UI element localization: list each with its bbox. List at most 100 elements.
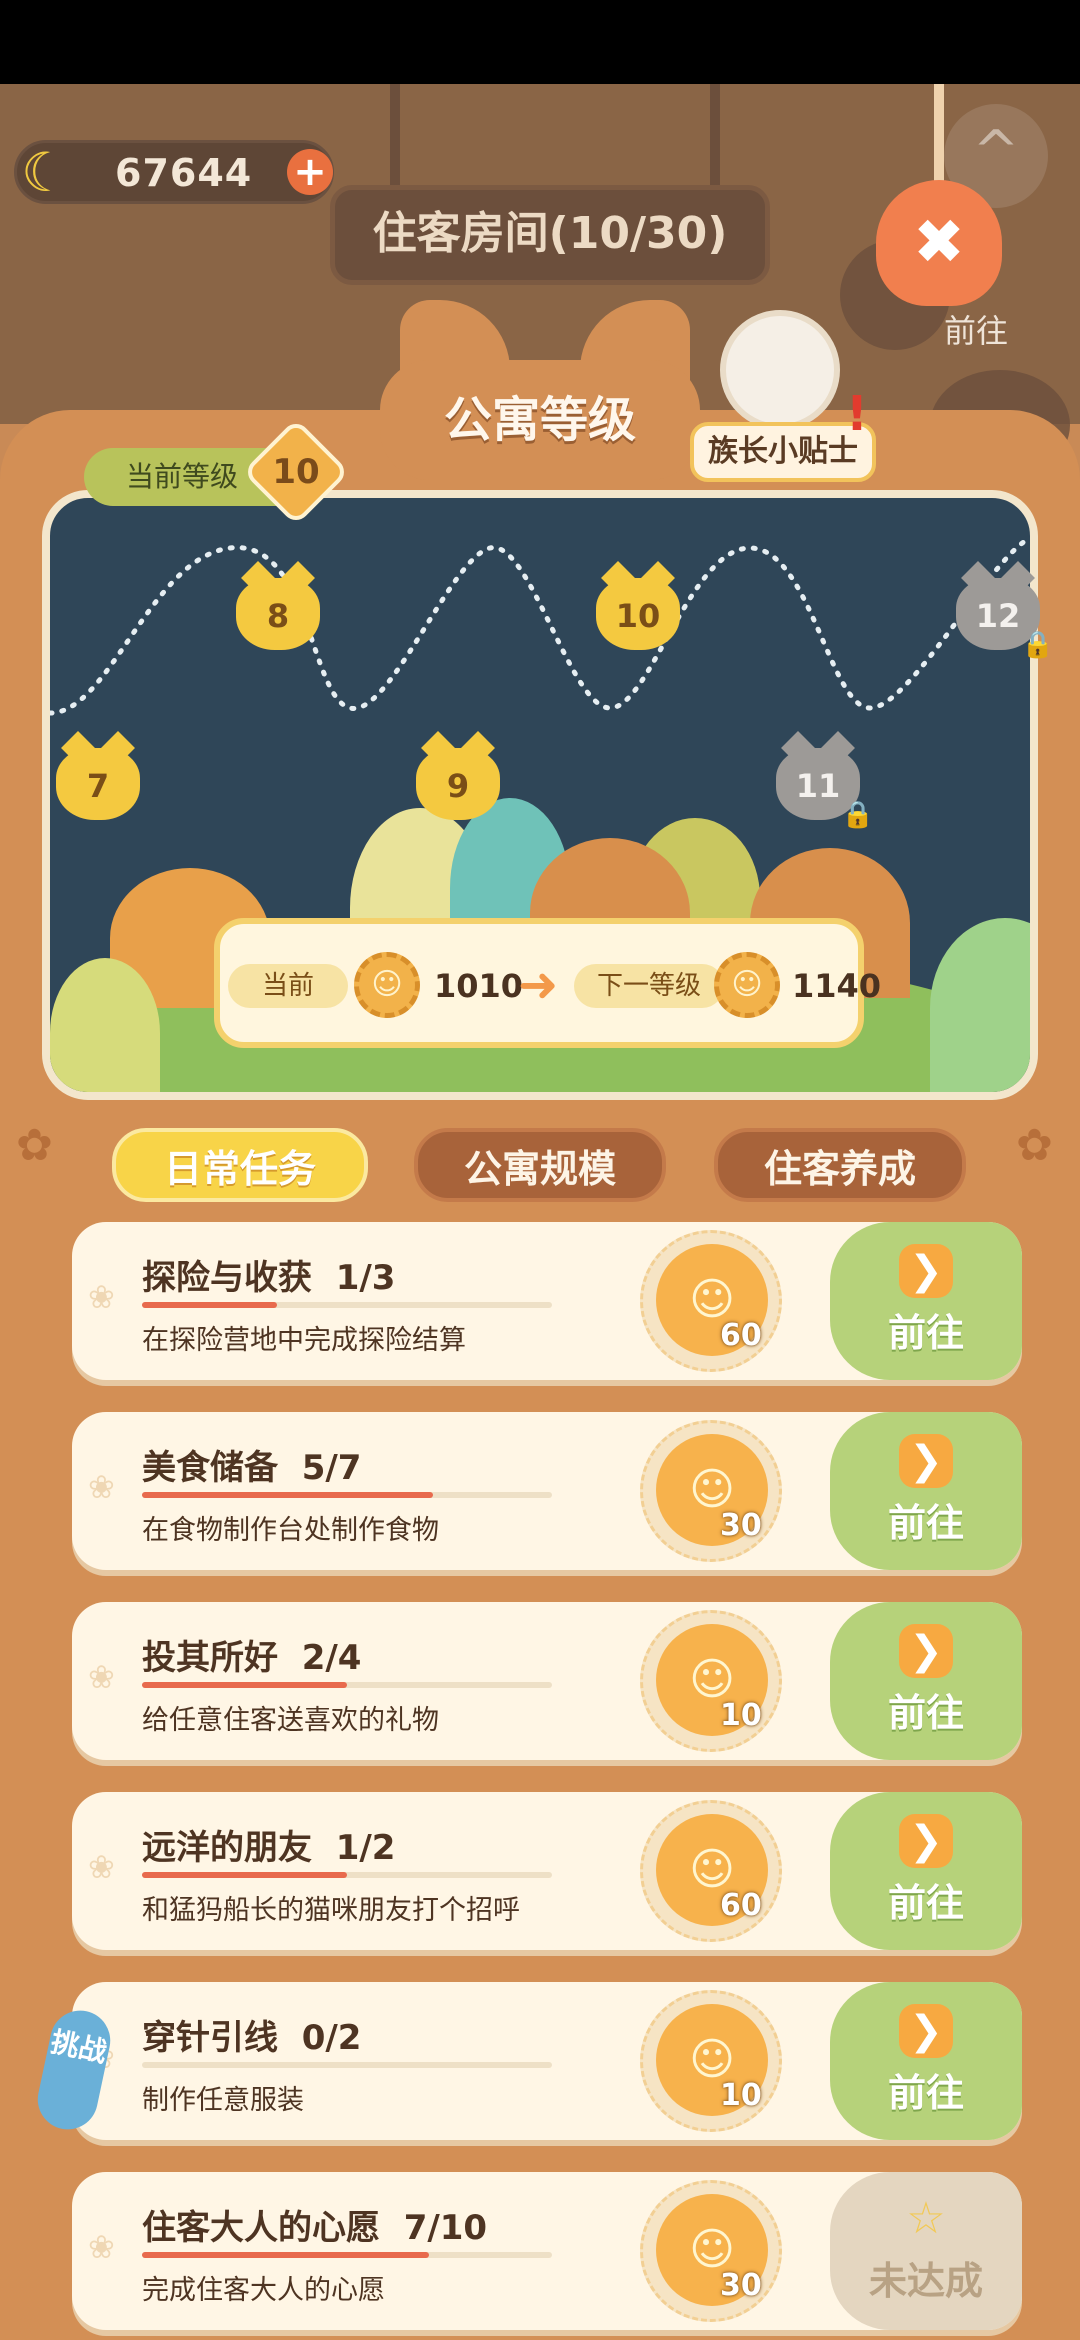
- level-node-locked[interactable]: 12 🔒: [956, 578, 1054, 658]
- go-button[interactable]: ❯ 前往: [830, 1602, 1022, 1760]
- task-title: 穿针引线 0/2: [142, 2010, 361, 2059]
- level-node-number: 8: [266, 597, 290, 635]
- alert-icon: !: [846, 386, 868, 442]
- task-name: 住客大人的心愿: [142, 2208, 380, 2248]
- tab-daily-tasks[interactable]: 日常任务: [112, 1128, 368, 1202]
- task-name: 美食储备: [142, 1448, 278, 1488]
- task-title: 远洋的朋友 1/2: [142, 1820, 395, 1869]
- chevron-right-icon: ❯: [899, 1434, 953, 1488]
- tab-apartment-scale[interactable]: 公寓规模: [414, 1128, 666, 1202]
- status-bar: [0, 0, 1080, 84]
- task-progress-bar: [142, 2062, 552, 2068]
- task-card: ❀ 投其所好 2/4 给任意住客送喜欢的礼物 ☺ 10 ❯ 前往: [72, 1602, 1022, 1760]
- chevron-right-icon: ❯: [899, 1624, 953, 1678]
- task-description: 制作任意服装: [142, 2085, 304, 2116]
- task-progress: 7/10: [403, 2208, 488, 2248]
- clover-icon: ❀: [88, 1658, 115, 1696]
- chevron-right-icon: ❯: [899, 1244, 953, 1298]
- go-label: 前往: [887, 2071, 964, 2115]
- reward-amount: 10: [720, 1698, 762, 1733]
- go-label: 前往: [887, 1501, 964, 1545]
- tab-resident-growth[interactable]: 住客养成: [714, 1128, 966, 1202]
- banana-currency: ☾ 67644 +: [14, 140, 334, 204]
- not-achieved-label: 未达成: [868, 2259, 983, 2303]
- level-node-number: 7: [86, 767, 110, 805]
- level-node[interactable]: 7: [56, 748, 140, 820]
- reward-amount: 10: [720, 2078, 762, 2113]
- paw-icon: ✿: [16, 1120, 53, 1171]
- task-card: ❀穿针引线 0/2制作任意服装☺10❯前往: [72, 1982, 1022, 2140]
- sign-rope: [710, 84, 720, 194]
- go-button[interactable]: ❯ 前往: [830, 1792, 1022, 1950]
- clover-icon: ❀: [88, 2228, 115, 2266]
- task-title: 投其所好 2/4: [142, 1630, 361, 1679]
- task-progress-fill: [142, 1302, 278, 1308]
- task-progress-fill: [142, 1872, 347, 1878]
- go-button[interactable]: ❯ 前往: [830, 1412, 1022, 1570]
- task-progress: 5/7: [301, 1448, 362, 1488]
- close-string: [934, 84, 944, 184]
- go-button[interactable]: ❯ 前往: [830, 1982, 1022, 2140]
- task-progress: 0/2: [301, 2018, 362, 2058]
- task-progress-fill: [142, 2252, 429, 2258]
- task-description: 在食物制作台处制作食物: [142, 1515, 439, 1546]
- go-button[interactable]: ❯ 前往: [830, 1222, 1022, 1380]
- task-title: 探险与收获 1/3: [142, 1250, 395, 1299]
- clover-icon: ❀: [88, 1848, 115, 1886]
- task-progress-bar: [142, 1302, 552, 1308]
- task-name: 投其所好: [142, 1638, 278, 1678]
- level-node[interactable]: 8: [236, 578, 320, 650]
- add-currency-button[interactable]: +: [287, 149, 333, 195]
- task-description: 完成住客大人的心愿: [142, 2275, 385, 2306]
- reward-amount: 60: [720, 1318, 762, 1353]
- level-node[interactable]: 10: [596, 578, 680, 650]
- level-node-number: 9: [446, 767, 470, 805]
- clover-icon: ❀: [88, 1278, 115, 1316]
- level-node[interactable]: 9: [416, 748, 500, 820]
- star-icon: ☆: [906, 2193, 946, 2244]
- chief-avatar[interactable]: [720, 310, 840, 430]
- current-points-label: 当前: [228, 964, 348, 1008]
- reward-amount: 30: [720, 1508, 762, 1543]
- current-points-value: 1010: [434, 967, 524, 1005]
- chevron-right-icon: ❯: [899, 1814, 953, 1868]
- level-node-number: 10: [615, 597, 661, 635]
- next-level-points-value: 1140: [792, 967, 882, 1005]
- level-node-locked[interactable]: 11 🔒: [776, 748, 874, 828]
- reward-amount: 60: [720, 1888, 762, 1923]
- apartment-point-icon: ☺: [354, 952, 420, 1018]
- egg-decoration: [50, 958, 160, 1092]
- task-progress-bar: [142, 1872, 552, 1878]
- go-label: 前往: [887, 1691, 964, 1735]
- task-progress-bar: [142, 1682, 552, 1688]
- task-card: ❀ 远洋的朋友 1/2 和猛犸船长的猫咪朋友打个招呼 ☺ 60 ❯ 前往: [72, 1792, 1022, 1950]
- task-name: 远洋的朋友: [142, 1828, 312, 1868]
- lock-icon: 🔒: [1021, 630, 1054, 660]
- apartment-point-icon: ☺: [714, 952, 780, 1018]
- clover-icon: ❀: [88, 1468, 115, 1506]
- reward-amount: 30: [720, 2268, 762, 2303]
- task-progress: 1/3: [335, 1258, 396, 1298]
- task-name: 穿针引线: [142, 2018, 278, 2058]
- close-button[interactable]: ✖: [876, 84, 1006, 314]
- task-progress-bar: [142, 2252, 552, 2258]
- task-description: 和猛犸船长的猫咪朋友打个招呼: [142, 1895, 520, 1926]
- banana-icon: ☾: [21, 141, 70, 204]
- panel-title: 公寓等级: [380, 360, 700, 480]
- task-progress-fill: [142, 1682, 347, 1688]
- go-label: 前往: [887, 1881, 964, 1925]
- current-level-number: 10: [272, 452, 320, 492]
- task-progress-bar: [142, 1492, 552, 1498]
- task-card: ❀ 住客大人的心愿 7/10 完成住客大人的心愿 ☺ 30 ☆ 未达成: [72, 2172, 1022, 2330]
- task-progress-fill: [142, 1492, 434, 1498]
- level-progress-box: 当前 ☺ 1010 ➜ 下一等级 ☺ 1140: [214, 918, 881, 1048]
- task-description: 给任意住客送喜欢的礼物: [142, 1705, 439, 1736]
- lock-icon: 🔒: [841, 800, 874, 830]
- arrow-right-icon: ➜: [518, 957, 559, 1013]
- task-description: 在探险营地中完成探险结算: [142, 1325, 466, 1356]
- close-icon[interactable]: ✖: [876, 180, 1002, 306]
- task-progress: 1/2: [335, 1828, 396, 1868]
- room-title-sign: 住客房间(10/30): [330, 185, 770, 285]
- task-name: 探险与收获: [142, 1258, 312, 1298]
- current-level-label: 当前等级: [126, 460, 239, 493]
